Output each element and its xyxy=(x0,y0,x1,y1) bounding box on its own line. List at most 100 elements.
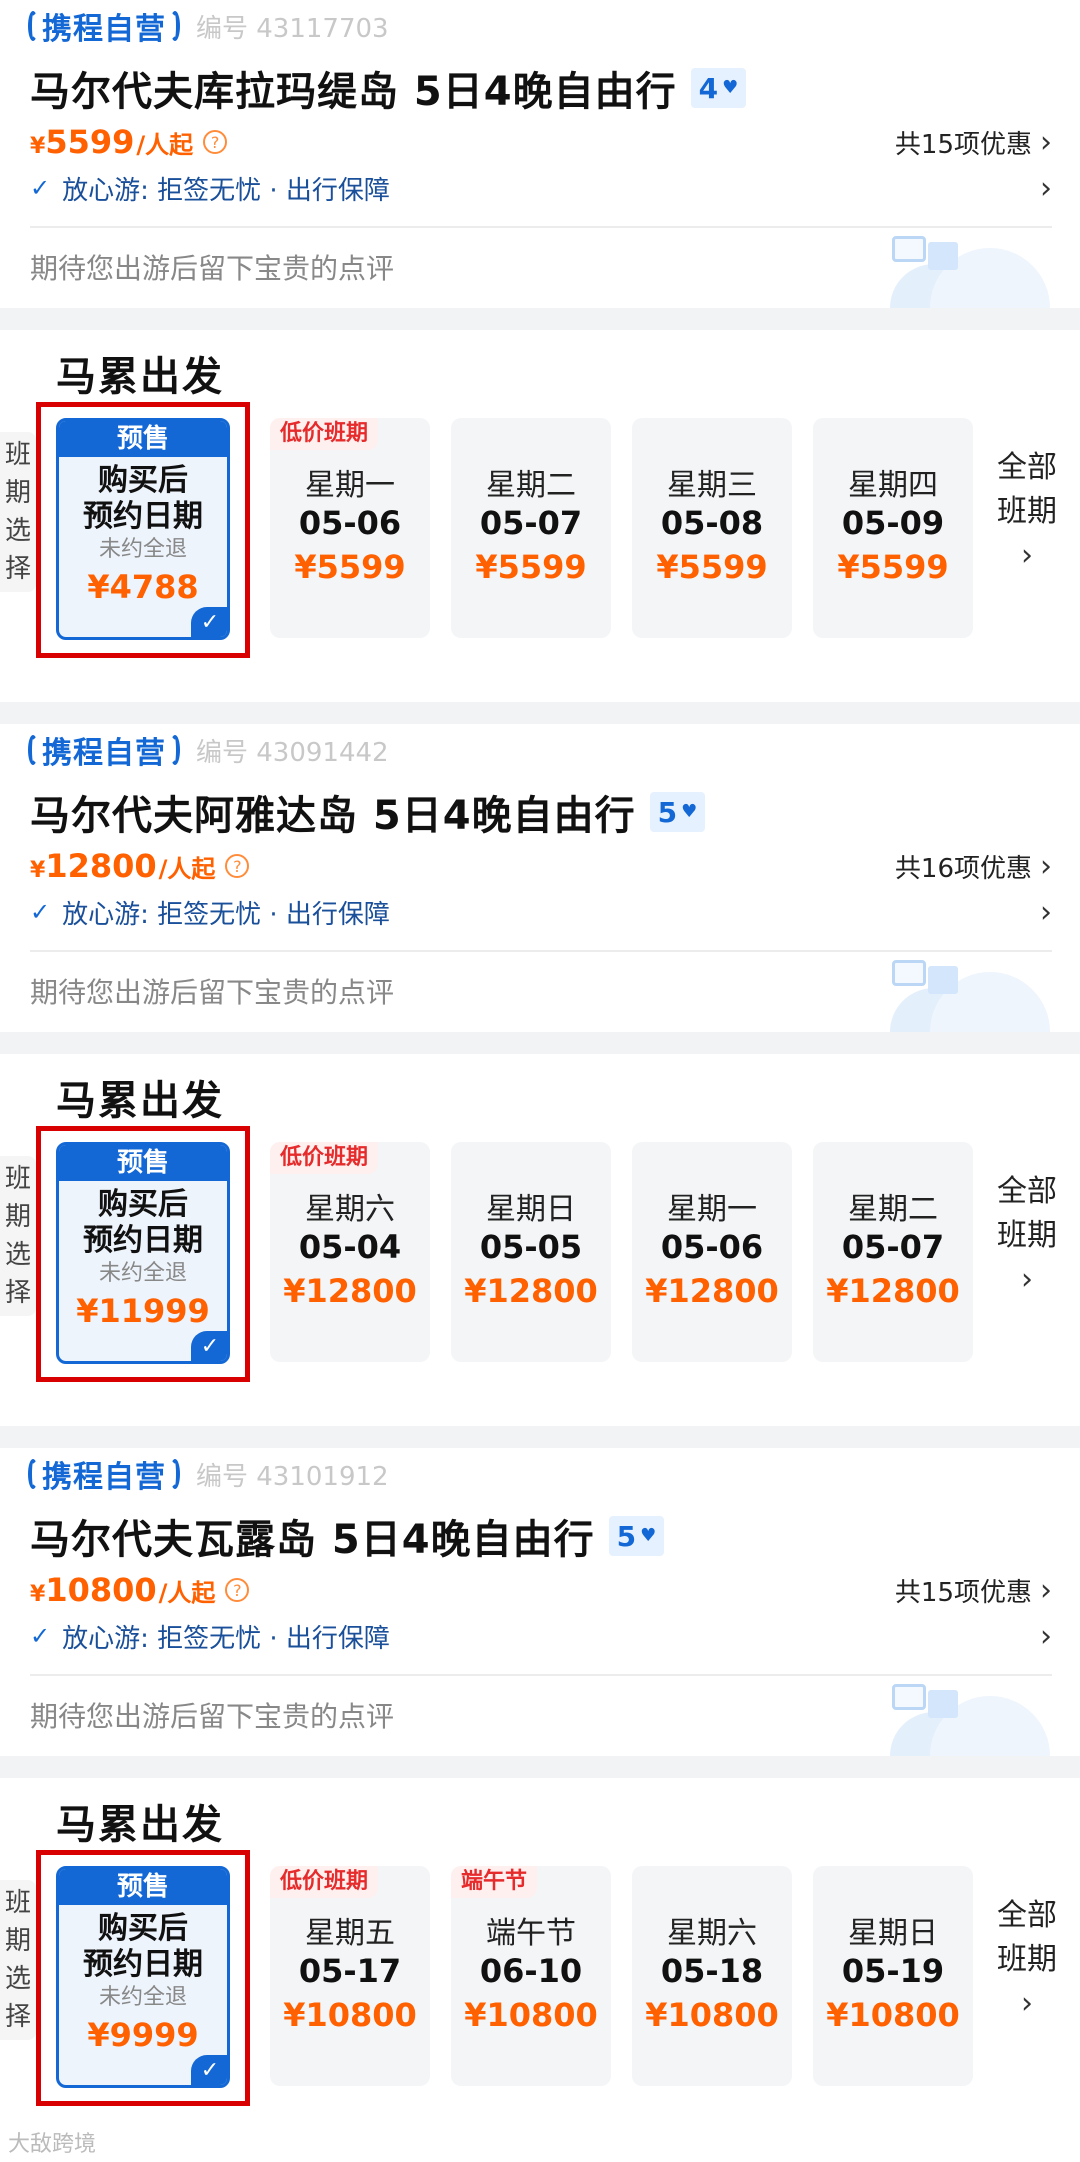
date-weekday: 星期一 xyxy=(305,468,395,503)
presale-card[interactable]: 预售 购买后 预约日期 未约全退 ¥11999 ✓ xyxy=(56,1142,230,1364)
departure-section: 马累出发 班期选择 预售 购买后 预约日期 未约全退 ¥4788 ✓ 低价班期 … xyxy=(0,330,1080,702)
assurance-text: 放心游: 拒签无忧 · 出行保障 xyxy=(62,1623,390,1654)
offers-link[interactable]: 共15项优惠 › xyxy=(895,1572,1052,1609)
presale-line1: 购买后 xyxy=(98,1187,188,1222)
date-card[interactable]: 星期一 05-06 ¥12800 xyxy=(632,1142,792,1362)
date-weekday: 星期六 xyxy=(305,1192,395,1227)
presale-card[interactable]: 预售 购买后 预约日期 未约全退 ¥4788 ✓ xyxy=(56,418,230,640)
date-value: 05-05 xyxy=(479,1228,583,1266)
presale-price: ¥9999 xyxy=(87,2016,199,2054)
date-card[interactable]: 星期日 05-05 ¥12800 xyxy=(451,1142,611,1362)
assurance-text: 放心游: 拒签无忧 · 出行保障 xyxy=(62,899,390,930)
presale-tag: 预售 xyxy=(59,421,227,457)
assurance-row[interactable]: ✓ 放心游: 拒签无忧 · 出行保障 › xyxy=(30,890,1052,934)
product-price: ¥5599/人起 xyxy=(30,123,194,161)
heart-icon: ♥ xyxy=(681,801,698,822)
assurance-text: 放心游: 拒签无忧 · 出行保障 xyxy=(62,175,390,206)
schedule-select-label: 班期选择 xyxy=(0,1880,36,2040)
check-icon: ✓ xyxy=(30,174,51,202)
rating-badge[interactable]: 5 ♥ xyxy=(608,1516,665,1556)
offers-link[interactable]: 共15项优惠 › xyxy=(895,124,1052,161)
date-value: 05-08 xyxy=(660,504,764,542)
date-value: 05-17 xyxy=(298,1952,402,1990)
date-weekday: 端午节 xyxy=(486,1916,576,1951)
date-price: ¥5599 xyxy=(656,548,768,586)
date-weekday: 星期二 xyxy=(848,1192,938,1227)
heart-icon: ♥ xyxy=(722,77,739,98)
watermark: 大敌跨境 xyxy=(8,2132,97,2157)
date-price: ¥12800 xyxy=(826,1272,960,1310)
date-value: 05-04 xyxy=(298,1228,402,1266)
all-schedules-button[interactable]: 全部 班期 › xyxy=(990,1170,1064,1302)
date-value: 05-19 xyxy=(841,1952,945,1990)
presale-line1: 购买后 xyxy=(98,1911,188,1946)
section-separator xyxy=(0,702,1080,724)
assurance-row[interactable]: ✓ 放心游: 拒签无忧 · 出行保障 › xyxy=(30,166,1052,210)
departure-title: 马累出发 xyxy=(56,1078,224,1124)
date-price: ¥5599 xyxy=(294,548,406,586)
help-icon[interactable]: ? xyxy=(203,130,228,154)
date-card[interactable]: 低价班期 星期五 05-17 ¥10800 xyxy=(270,1866,430,2086)
product-card[interactable]: 携程自营 编号 43101912 马尔代夫瓦露岛 5日4晚自由行 5 ♥ ¥108… xyxy=(0,1448,1080,1756)
date-card[interactable]: 星期二 05-07 ¥12800 xyxy=(813,1142,973,1362)
review-prompt[interactable]: 期待您出游后留下宝贵的点评 xyxy=(30,1692,394,1738)
date-weekday: 星期日 xyxy=(848,1916,938,1951)
review-prompt[interactable]: 期待您出游后留下宝贵的点评 xyxy=(30,244,394,290)
departure-section: 马累出发 班期选择 预售 购买后 预约日期 未约全退 ¥11999 ✓ 低价班期… xyxy=(0,1054,1080,1426)
product-card[interactable]: 携程自营 编号 43091442 马尔代夫阿雅达岛 5日4晚自由行 5 ♥ ¥12… xyxy=(0,724,1080,1032)
chevron-right-icon: › xyxy=(1021,1986,1033,2021)
date-card[interactable]: 星期四 05-09 ¥5599 xyxy=(813,418,973,638)
rating-badge[interactable]: 5 ♥ xyxy=(649,792,706,832)
ctrip-brand-logo: 携程自营 xyxy=(28,4,180,48)
help-icon[interactable]: ? xyxy=(225,854,250,878)
offers-link[interactable]: 共16项优惠 › xyxy=(895,848,1052,885)
all-schedules-button[interactable]: 全部 班期 › xyxy=(990,1894,1064,2026)
rating-badge[interactable]: 4 ♥ xyxy=(690,68,747,108)
product-title[interactable]: 马尔代夫瓦露岛 5日4晚自由行 xyxy=(30,1507,595,1565)
date-value: 05-07 xyxy=(841,1228,945,1266)
review-prompt[interactable]: 期待您出游后留下宝贵的点评 xyxy=(30,968,394,1014)
departure-title: 马累出发 xyxy=(56,354,224,400)
date-weekday: 星期二 xyxy=(486,468,576,503)
review-illustration xyxy=(870,236,1050,308)
date-card[interactable]: 端午节 端午节 06-10 ¥10800 xyxy=(451,1866,611,2086)
date-value: 05-06 xyxy=(660,1228,764,1266)
selected-check-icon: ✓ xyxy=(191,1331,227,1361)
all-schedules-button[interactable]: 全部 班期 › xyxy=(990,446,1064,578)
chevron-right-icon: › xyxy=(1021,1262,1033,1297)
date-weekday: 星期六 xyxy=(667,1916,757,1951)
help-icon[interactable]: ? xyxy=(225,1578,250,1602)
date-card[interactable]: 星期二 05-07 ¥5599 xyxy=(451,418,611,638)
date-card[interactable]: 星期日 05-19 ¥10800 xyxy=(813,1866,973,2086)
check-icon: ✓ xyxy=(30,1622,51,1650)
review-illustration xyxy=(870,960,1050,1032)
date-weekday: 星期五 xyxy=(305,1916,395,1951)
presale-note: 未约全退 xyxy=(98,1261,187,1286)
product-code: 编号 43117703 xyxy=(196,13,389,44)
assurance-row[interactable]: ✓ 放心游: 拒签无忧 · 出行保障 › xyxy=(30,1614,1052,1658)
date-card[interactable]: 低价班期 星期六 05-04 ¥12800 xyxy=(270,1142,430,1362)
presale-line2: 预约日期 xyxy=(83,1947,203,1982)
date-label: 低价班期 xyxy=(270,1866,379,1898)
date-value: 05-18 xyxy=(660,1952,764,1990)
date-card[interactable]: 星期六 05-18 ¥10800 xyxy=(632,1866,792,2086)
presale-note: 未约全退 xyxy=(98,537,187,562)
presale-line2: 预约日期 xyxy=(83,499,203,534)
date-price: ¥12800 xyxy=(464,1272,598,1310)
ctrip-brand-logo: 携程自营 xyxy=(28,728,180,772)
product-code: 编号 43091442 xyxy=(196,737,389,768)
date-card[interactable]: 低价班期 星期一 05-06 ¥5599 xyxy=(270,418,430,638)
divider xyxy=(30,950,1052,952)
date-card[interactable]: 星期三 05-08 ¥5599 xyxy=(632,418,792,638)
heart-icon: ♥ xyxy=(640,1525,657,1546)
product-card[interactable]: 携程自营 编号 43117703 马尔代夫库拉玛缇岛 5日4晚自由行 4 ♥ ¥5… xyxy=(0,0,1080,308)
date-price: ¥10800 xyxy=(826,1996,960,2034)
date-label: 低价班期 xyxy=(270,1142,379,1174)
section-separator xyxy=(0,1426,1080,1448)
date-label: 低价班期 xyxy=(270,418,379,450)
product-title[interactable]: 马尔代夫库拉玛缇岛 5日4晚自由行 xyxy=(30,59,677,117)
product-title[interactable]: 马尔代夫阿雅达岛 5日4晚自由行 xyxy=(30,783,636,841)
presale-card[interactable]: 预售 购买后 预约日期 未约全退 ¥9999 ✓ xyxy=(56,1866,230,2088)
date-value: 05-09 xyxy=(841,504,945,542)
presale-tag: 预售 xyxy=(59,1145,227,1181)
